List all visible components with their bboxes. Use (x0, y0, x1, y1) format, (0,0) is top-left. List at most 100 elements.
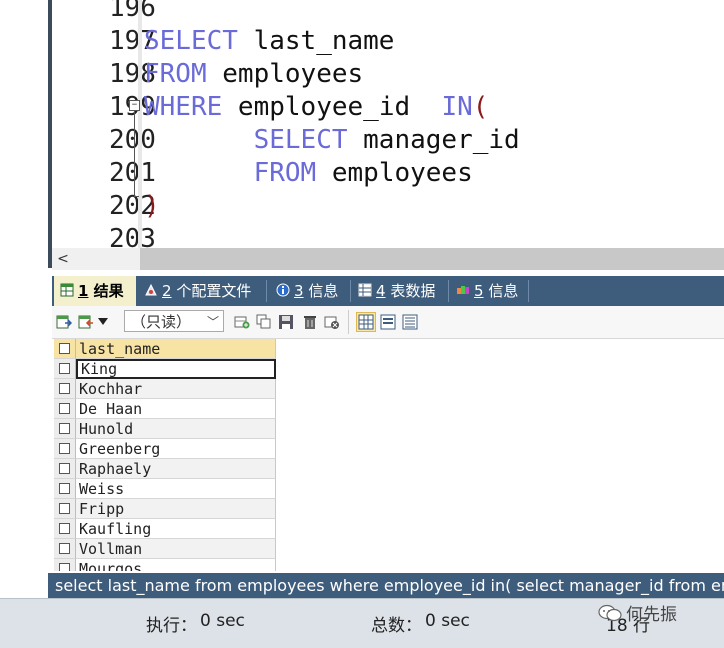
paren: ) (144, 191, 160, 221)
line-number: 196 (109, 0, 156, 23)
tab-separator (528, 280, 529, 302)
code-text: employees (316, 158, 473, 188)
table-row[interactable]: Greenberg (54, 439, 276, 459)
scroll-left-arrow-icon[interactable]: < (52, 248, 74, 270)
table-row[interactable]: Kochhar (54, 379, 276, 399)
fold-guide (134, 111, 135, 196)
tab-separator (350, 280, 351, 302)
table-row[interactable]: Mourgos (54, 559, 276, 571)
profile-icon (145, 283, 157, 296)
chevron-down-icon: ﹀ (206, 315, 219, 329)
tab-info-2[interactable]: 5 信息 (450, 276, 518, 306)
row-checkbox[interactable] (54, 359, 76, 379)
code-text: last_name (237, 26, 395, 56)
tab-number: 3 (294, 282, 304, 300)
table-cell[interactable]: King (76, 359, 276, 379)
info-colored-icon (457, 286, 469, 294)
code-line: ) (144, 190, 160, 223)
text-view-icon[interactable] (402, 314, 418, 330)
add-row-icon[interactable] (234, 314, 250, 330)
row-checkbox[interactable] (54, 559, 76, 571)
results-toolbar: （只读） ﹀ (52, 306, 724, 339)
table-row[interactable]: Weiss (54, 479, 276, 499)
results-grid-icon (60, 283, 74, 297)
table-cell[interactable]: Vollman (76, 539, 276, 559)
row-checkbox[interactable] (54, 419, 76, 439)
tab-info[interactable]: 3 信息 (270, 276, 338, 306)
sql-keyword: SELECT (144, 26, 238, 56)
row-checkbox[interactable] (54, 459, 76, 479)
table-row[interactable]: De Haan (54, 399, 276, 419)
readonly-mode-select[interactable]: （只读） ﹀ (124, 310, 224, 332)
grid-view-icon[interactable] (356, 312, 376, 332)
discard-icon[interactable] (324, 314, 340, 330)
row-checkbox[interactable] (54, 439, 76, 459)
table-cell[interactable]: Hunold (76, 419, 276, 439)
row-checkbox[interactable] (54, 479, 76, 499)
gutter-separator (138, 0, 142, 248)
row-checkbox[interactable] (54, 519, 76, 539)
table-row[interactable]: Vollman (54, 539, 276, 559)
code-line: FROM employees (144, 157, 473, 190)
tab-separator (448, 280, 449, 302)
column-header-row: last_name (54, 339, 276, 359)
results-grid-area: last_name King Kochhar De Haan Hunold Gr… (52, 339, 724, 571)
tab-label: 信息 (308, 282, 339, 300)
results-grid: last_name King Kochhar De Haan Hunold Gr… (54, 339, 276, 571)
dropdown-arrow-icon[interactable] (98, 318, 108, 326)
table-cell[interactable]: De Haan (76, 399, 276, 419)
total-time-value: 0 sec (425, 611, 470, 631)
tab-label: 信息 (488, 282, 519, 300)
paren: ( (472, 92, 489, 122)
export-icon[interactable] (56, 314, 72, 330)
watermark-text: 何先振 (626, 605, 677, 625)
code-text: employee_id (222, 92, 442, 122)
scrollbar-thumb[interactable] (140, 248, 724, 270)
table-row[interactable]: Hunold (54, 419, 276, 439)
row-checkbox[interactable] (54, 499, 76, 519)
sql-keyword: FROM (144, 59, 207, 89)
horizontal-scrollbar[interactable]: < (52, 248, 724, 270)
save-icon[interactable] (278, 314, 294, 330)
row-checkbox[interactable] (54, 539, 76, 559)
table-row[interactable]: Kaufling (54, 519, 276, 539)
exec-time-label: 执行： (146, 616, 197, 636)
row-checkbox[interactable] (54, 399, 76, 419)
info-icon (276, 283, 290, 297)
tab-profiles[interactable]: 2 个配置文件 (138, 276, 251, 306)
tab-table-data[interactable]: 4 表数据 (352, 276, 435, 306)
total-time-label: 总数： (371, 616, 422, 636)
sql-keyword: FROM (253, 158, 317, 188)
select-all-checkbox[interactable] (54, 339, 76, 359)
fold-guide-end (134, 196, 139, 197)
tab-results[interactable]: 1 结果 (54, 276, 136, 306)
table-data-icon (358, 283, 372, 297)
wechat-watermark-icon (598, 604, 622, 622)
table-cell[interactable]: Weiss (76, 479, 276, 499)
row-checkbox[interactable] (54, 379, 76, 399)
table-row[interactable]: Fripp (54, 499, 276, 519)
table-cell[interactable]: Mourgos (76, 559, 276, 571)
table-row[interactable]: King (54, 359, 276, 379)
delete-icon[interactable] (302, 314, 318, 330)
code-line: SELECT last_name (144, 25, 394, 58)
tab-number: 5 (474, 282, 484, 300)
sql-editor[interactable]: 196 197 198 199 200 201 202 203 − SELECT… (0, 0, 724, 248)
table-row[interactable]: Raphaely (54, 459, 276, 479)
table-cell[interactable]: Kaufling (76, 519, 276, 539)
duplicate-row-icon[interactable] (256, 314, 272, 330)
table-cell[interactable]: Fripp (76, 499, 276, 519)
exec-time-value: 0 sec (200, 611, 245, 631)
code-line: FROM employees (144, 58, 363, 91)
table-cell[interactable]: Raphaely (76, 459, 276, 479)
column-header-last-name[interactable]: last_name (76, 339, 276, 359)
fold-collapse-icon[interactable]: − (129, 100, 140, 111)
import-icon[interactable] (78, 314, 94, 330)
table-cell[interactable]: Kochhar (76, 379, 276, 399)
table-cell[interactable]: Greenberg (76, 439, 276, 459)
form-view-icon[interactable] (380, 314, 396, 330)
code-text: employees (206, 59, 364, 89)
tab-label: 结果 (93, 282, 124, 300)
code-line: SELECT manager_id (144, 124, 520, 157)
